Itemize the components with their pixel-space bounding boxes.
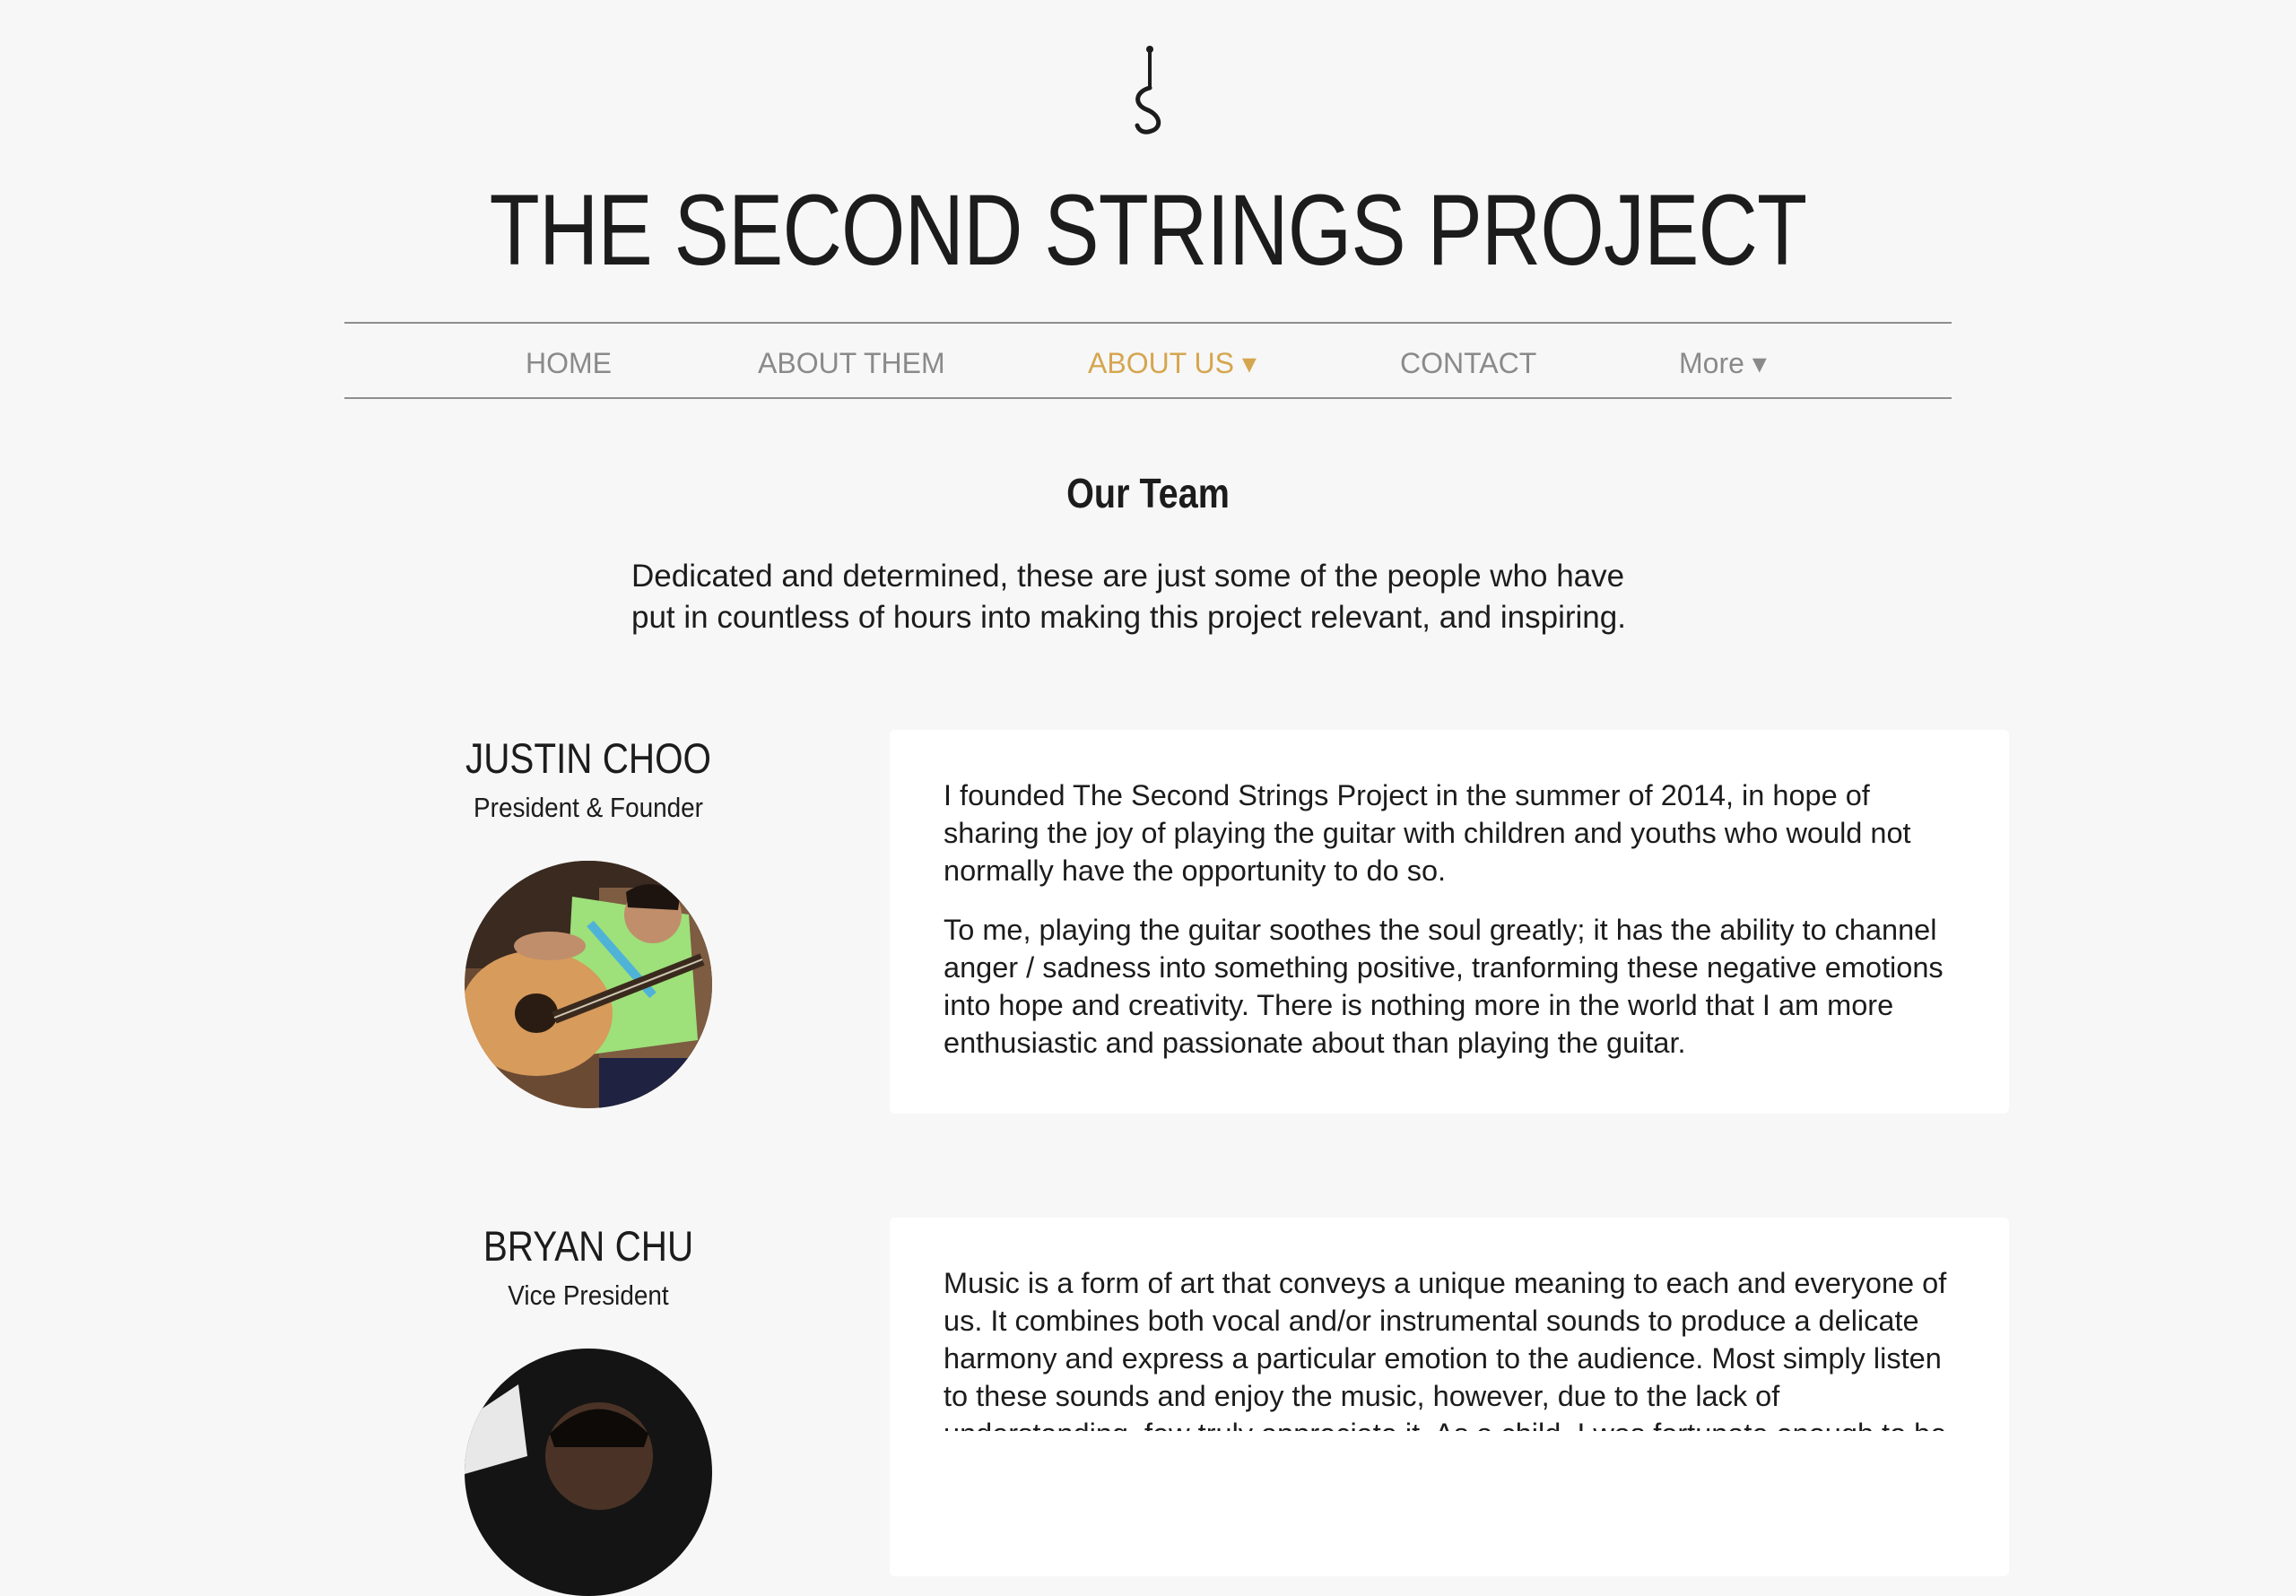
- member-role: President & Founder: [474, 792, 703, 823]
- member-bio-paragraph: To me, playing the guitar soothes the so…: [944, 914, 1944, 1059]
- member-bio-card: I founded The Second Strings Project in …: [890, 730, 2009, 1114]
- member-bio-paragraph: I founded The Second Strings Project in …: [944, 779, 1911, 887]
- avatar: [465, 861, 712, 1108]
- member-photo: [465, 861, 712, 1108]
- nav-item-about-them[interactable]: ABOUT THEM: [758, 341, 945, 386]
- member-bio-card: Music is a form of art that conveys a un…: [890, 1218, 2009, 1576]
- nav-item-more[interactable]: More ▾: [1679, 341, 1767, 386]
- nav-item-home[interactable]: HOME: [526, 341, 612, 386]
- member-bio-paragraph: Music is a form of art that conveys a un…: [944, 1267, 1947, 1431]
- member-role: Vice President: [508, 1279, 669, 1311]
- team-intro-line: Dedicated and determined, these are just…: [631, 559, 1625, 594]
- team-intro-line: put in countless of hours into making th…: [631, 600, 1626, 635]
- member-name: JUSTIN CHOO: [465, 734, 711, 782]
- nav-bottom-divider: [344, 397, 1952, 399]
- member-name: BRYAN CHU: [483, 1222, 694, 1270]
- site-title: THE SECOND STRINGS PROJECT: [489, 174, 1807, 286]
- team-intro: Dedicated and determined, these are just…: [631, 556, 1708, 638]
- site-logo[interactable]: [1123, 45, 1177, 136]
- avatar: [465, 1349, 712, 1596]
- nav-top-divider: [344, 322, 1952, 324]
- guitar-string-logo-icon: [1135, 46, 1161, 134]
- nav-item-about-us[interactable]: ABOUT US ▾: [1088, 341, 1257, 386]
- member-photo: [465, 1349, 712, 1596]
- nav-item-contact[interactable]: CONTACT: [1400, 341, 1536, 386]
- section-heading: Our Team: [1066, 470, 1230, 516]
